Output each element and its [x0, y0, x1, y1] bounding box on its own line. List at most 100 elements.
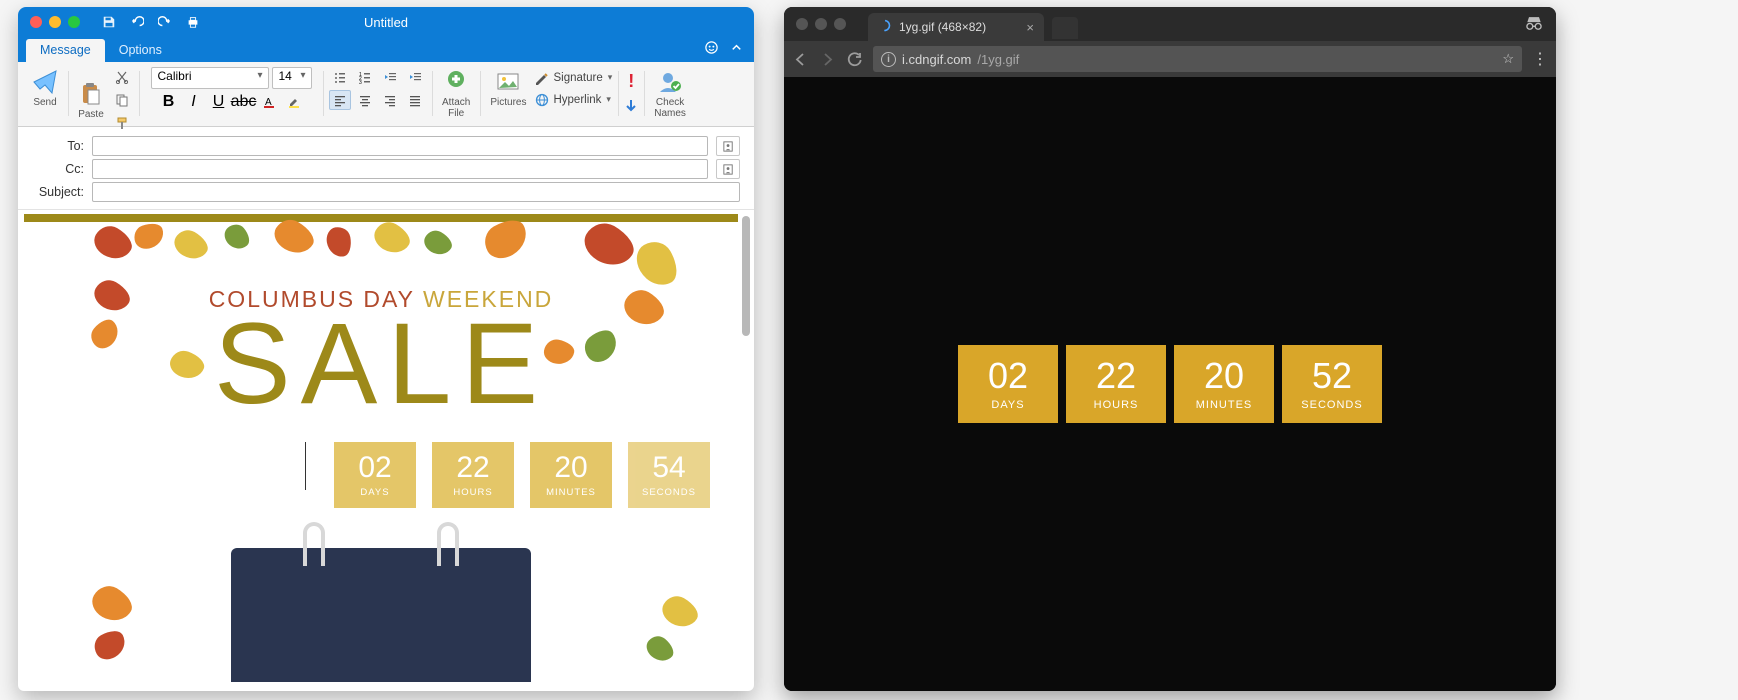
ribbon-tabbar: Message Options — [18, 37, 754, 62]
countdown-hours: 22 HOURS — [432, 442, 514, 508]
high-importance-icon[interactable]: ! — [628, 71, 634, 92]
bookmark-star-icon[interactable]: ☆ — [1502, 51, 1514, 67]
font-color-button[interactable]: A — [258, 92, 280, 112]
tab-title: 1yg.gif (468×82) — [899, 20, 986, 34]
leaf-icon — [87, 580, 138, 628]
hyperlink-label: Hyperlink — [553, 94, 601, 106]
pictures-label: Pictures — [490, 97, 526, 108]
align-center-button[interactable] — [354, 90, 376, 110]
subject-field[interactable] — [92, 182, 740, 202]
increase-indent-button[interactable] — [404, 67, 426, 87]
ribbon: Send Paste Calibri 14 B — [18, 62, 754, 127]
gif-days-value: 02 — [988, 358, 1028, 394]
body-scrollbar[interactable] — [742, 216, 750, 336]
print-icon[interactable] — [186, 15, 200, 29]
zoom-window-button[interactable] — [834, 18, 846, 30]
back-button[interactable] — [792, 51, 809, 68]
send-button[interactable]: Send — [28, 67, 62, 110]
pictures-button[interactable]: Pictures — [486, 67, 530, 110]
chrome-viewport[interactable]: 02 DAYS 22 HOURS 20 MINUTES 52 SECONDS — [784, 77, 1556, 691]
gif-countdown-minutes: 20 MINUTES — [1174, 345, 1274, 423]
quick-access-toolbar — [102, 15, 200, 29]
close-tab-icon[interactable]: × — [1026, 20, 1034, 35]
site-info-icon[interactable]: i — [881, 52, 896, 67]
justify-button[interactable] — [404, 90, 426, 110]
italic-button[interactable]: I — [183, 92, 205, 112]
reload-button[interactable] — [846, 51, 863, 68]
address-bar[interactable]: i i.cdngif.com/1yg.gif ☆ — [873, 46, 1522, 72]
to-field[interactable] — [92, 136, 708, 156]
cut-icon[interactable] — [111, 67, 133, 87]
hyperlink-button[interactable]: Hyperlink▾ — [534, 93, 612, 107]
cc-field[interactable] — [92, 159, 708, 179]
highlight-button[interactable] — [283, 92, 305, 112]
strikethrough-button[interactable]: abc — [233, 92, 255, 112]
chrome-window: 1yg.gif (468×82) × i i.cdngif.com/1yg.gi… — [784, 7, 1556, 691]
incognito-icon — [1524, 15, 1544, 36]
save-icon[interactable] — [102, 15, 116, 29]
redo-icon[interactable] — [158, 15, 172, 29]
countdown-days: 02 DAYS — [334, 442, 416, 508]
countdown-minutes: 20 MINUTES — [530, 442, 612, 508]
copy-icon[interactable] — [111, 90, 133, 110]
numbering-button[interactable]: 123 — [354, 67, 376, 87]
url-path: /1yg.gif — [977, 52, 1019, 67]
new-tab-button[interactable] — [1052, 17, 1078, 39]
forward-button[interactable] — [819, 51, 836, 68]
to-label: To: — [32, 139, 84, 153]
signature-label: Signature — [553, 72, 602, 84]
undo-icon[interactable] — [130, 15, 144, 29]
gif-seconds-value: 52 — [1312, 358, 1352, 394]
gif-minutes-value: 20 — [1204, 358, 1244, 394]
close-window-button[interactable] — [796, 18, 808, 30]
email-sale-text: SALE — [24, 307, 738, 422]
tab-message[interactable]: Message — [26, 39, 105, 62]
chrome-menu-icon[interactable]: ⋮ — [1532, 49, 1548, 69]
countdown-minutes-value: 20 — [554, 453, 587, 483]
collapse-ribbon-icon[interactable] — [729, 40, 744, 60]
attach-file-button[interactable]: Attach File — [438, 67, 474, 121]
font-name-select[interactable]: Calibri — [151, 67, 269, 89]
minimize-window-button[interactable] — [815, 18, 827, 30]
check-names-label: Check Names — [654, 97, 686, 119]
font-size-select[interactable]: 14 — [272, 67, 312, 89]
tab-options[interactable]: Options — [105, 39, 176, 62]
outlook-titlebar[interactable]: Untitled — [18, 7, 754, 37]
outlook-window: Untitled Message Options Send Paste — [18, 7, 754, 691]
chrome-toolbar: i i.cdngif.com/1yg.gif ☆ ⋮ — [784, 41, 1556, 77]
zoom-window-button[interactable] — [68, 16, 80, 28]
countdown-days-value: 02 — [358, 453, 391, 483]
align-left-button[interactable] — [329, 90, 351, 110]
bold-button[interactable]: B — [158, 92, 180, 112]
browser-tab[interactable]: 1yg.gif (468×82) × — [868, 13, 1044, 41]
tab-favicon-icon — [878, 19, 891, 35]
message-body[interactable]: COLUMBUS DAY WEEKEND SALE 02 DAYS 22 HOU… — [18, 210, 754, 682]
paste-label: Paste — [78, 109, 104, 120]
signature-button[interactable]: Signature▾ — [534, 71, 612, 85]
chrome-tabstrip[interactable]: 1yg.gif (468×82) × — [784, 7, 1556, 41]
send-label: Send — [33, 97, 56, 108]
to-addressbook-icon[interactable] — [716, 136, 740, 156]
minimize-window-button[interactable] — [49, 16, 61, 28]
low-importance-icon[interactable] — [624, 98, 638, 119]
email-hero: COLUMBUS DAY WEEKEND SALE — [24, 222, 738, 422]
bullets-button[interactable] — [329, 67, 351, 87]
close-window-button[interactable] — [30, 16, 42, 28]
cc-addressbook-icon[interactable] — [716, 159, 740, 179]
format-painter-icon[interactable] — [111, 113, 133, 133]
gif-days-unit: DAYS — [991, 399, 1024, 411]
email-content: COLUMBUS DAY WEEKEND SALE 02 DAYS 22 HOU… — [24, 214, 738, 682]
decrease-indent-button[interactable] — [379, 67, 401, 87]
window-traffic-lights — [796, 18, 846, 30]
align-right-button[interactable] — [379, 90, 401, 110]
paste-button[interactable]: Paste — [74, 79, 108, 122]
leaf-icon — [90, 626, 131, 665]
check-names-button[interactable]: Check Names — [650, 67, 690, 121]
window-traffic-lights — [18, 16, 80, 28]
emoji-icon[interactable] — [704, 40, 719, 60]
countdown-seconds: 54 SECONDS — [628, 442, 710, 508]
text-cursor — [305, 442, 306, 490]
countdown-hours-value: 22 — [456, 453, 489, 483]
countdown-minutes-unit: MINUTES — [546, 487, 596, 498]
underline-button[interactable]: U — [208, 92, 230, 112]
